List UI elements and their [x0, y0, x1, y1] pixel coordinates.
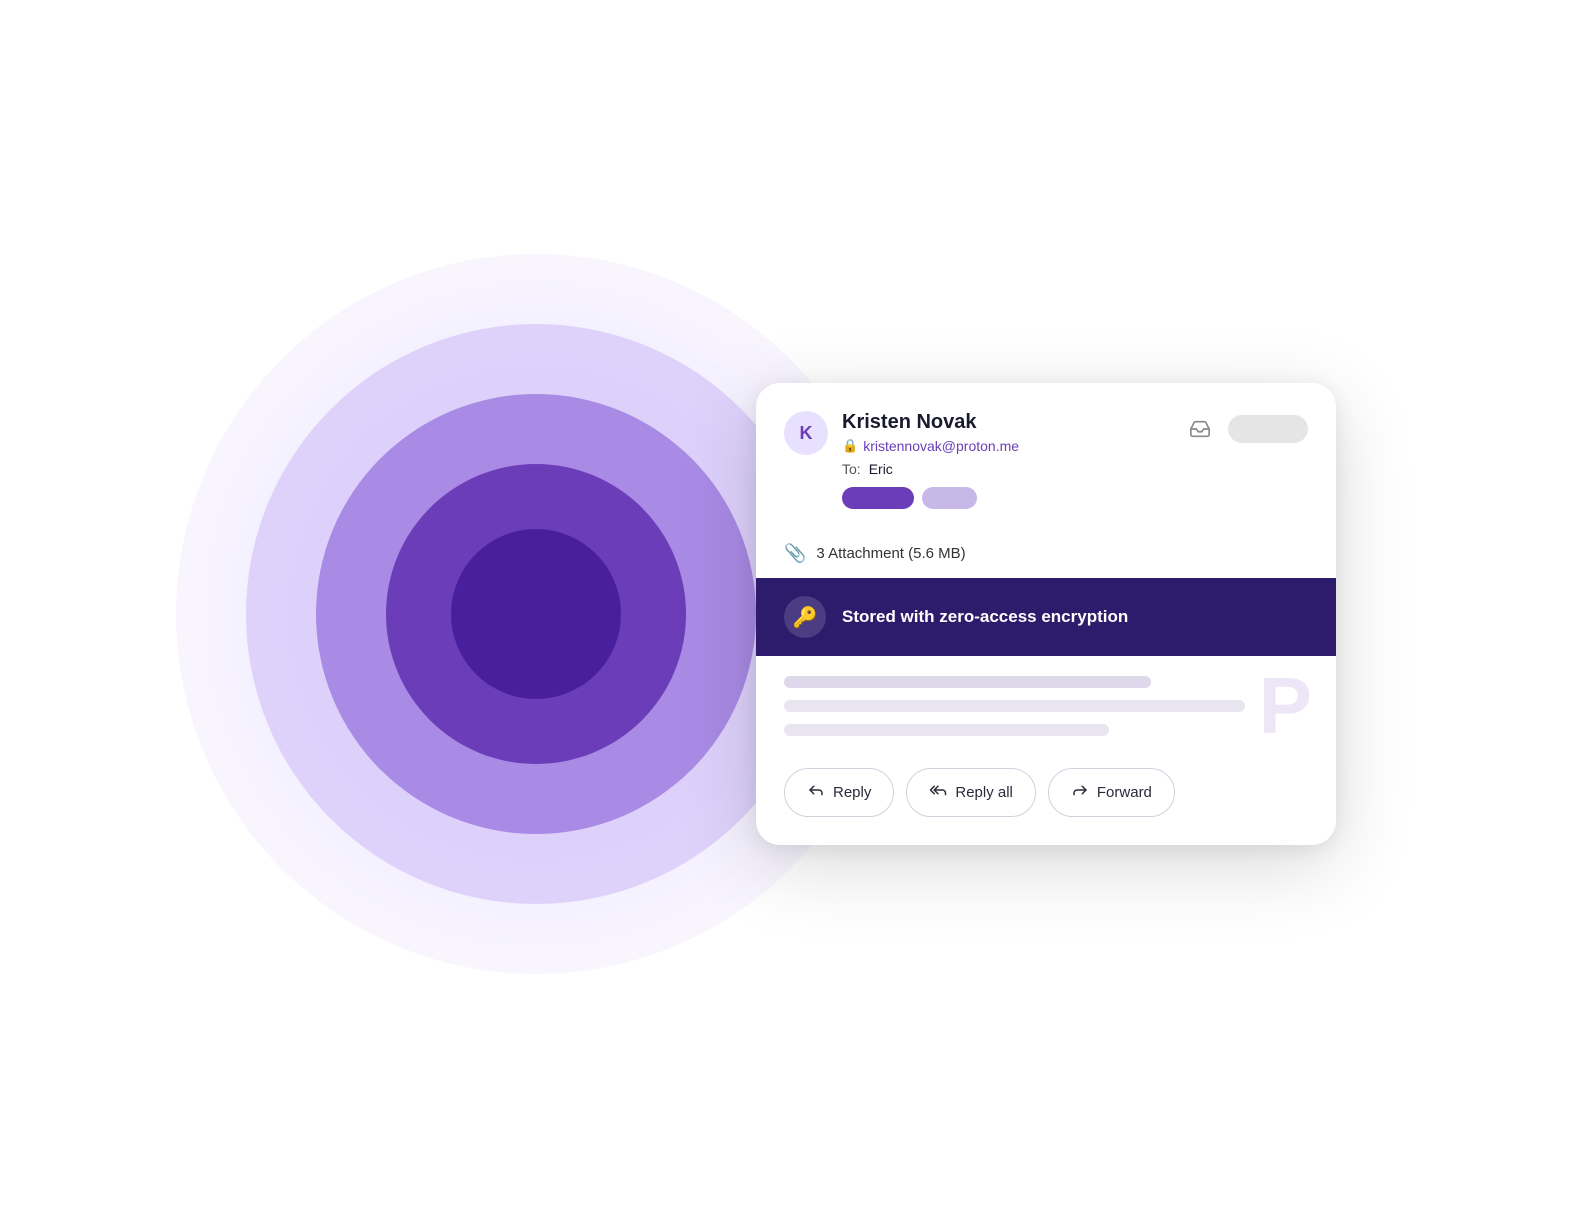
body-line-3 — [784, 724, 1109, 736]
forward-icon — [1071, 781, 1089, 804]
header-actions — [1182, 411, 1308, 447]
key-icon-wrapper: 🔑 — [784, 596, 826, 638]
action-buttons: Reply Reply all — [756, 752, 1336, 845]
circle-5 — [451, 529, 621, 699]
lock-icon: 🔒 — [842, 438, 858, 454]
message-body: P — [756, 656, 1336, 752]
sender-name: Kristen Novak — [842, 411, 1019, 434]
to-name: Eric — [869, 461, 893, 477]
body-lines — [784, 676, 1308, 736]
reply-button[interactable]: Reply — [784, 768, 894, 817]
encryption-banner: 🔑 Stored with zero-access encryption — [756, 578, 1336, 656]
to-row: To: Eric — [842, 461, 1308, 477]
forward-button[interactable]: Forward — [1048, 768, 1175, 817]
body-line-1 — [784, 676, 1151, 688]
key-icon: 🔑 — [793, 605, 818, 630]
card-header: K Kristen Novak 🔒 kristennovak@proton.me — [756, 383, 1336, 529]
forward-label: Forward — [1097, 784, 1152, 801]
attachment-row: 📎 3 Attachment (5.6 MB) — [756, 529, 1336, 578]
avatar-letter: K — [800, 423, 813, 444]
reply-all-label: Reply all — [955, 784, 1013, 801]
sender-row: K Kristen Novak 🔒 kristennovak@proton.me — [784, 411, 1308, 455]
body-line-2 — [784, 700, 1245, 712]
tag-pill-gray — [922, 487, 977, 509]
inbox-icon[interactable] — [1182, 411, 1218, 447]
tag-pill-purple — [842, 487, 914, 509]
sender-details: Kristen Novak 🔒 kristennovak@proton.me — [842, 411, 1019, 454]
attachment-text: 3 Attachment (5.6 MB) — [816, 545, 965, 562]
sender-email-address: kristennovak@proton.me — [863, 438, 1019, 454]
encryption-text: Stored with zero-access encryption — [842, 607, 1128, 627]
sender-email: 🔒 kristennovak@proton.me — [842, 438, 1019, 454]
avatar: K — [784, 411, 828, 455]
watermark: P — [1259, 666, 1308, 746]
sender-info: K Kristen Novak 🔒 kristennovak@proton.me — [784, 411, 1019, 455]
to-label: To: — [842, 461, 861, 477]
paperclip-icon: 📎 — [784, 543, 806, 564]
header-pill — [1228, 415, 1308, 443]
reply-all-icon — [929, 781, 947, 804]
reply-all-button[interactable]: Reply all — [906, 768, 1036, 817]
scene: K Kristen Novak 🔒 kristennovak@proton.me — [236, 114, 1336, 1114]
reply-label: Reply — [833, 784, 871, 801]
tag-pills — [842, 487, 1308, 509]
email-card: K Kristen Novak 🔒 kristennovak@proton.me — [756, 383, 1336, 845]
reply-icon — [807, 781, 825, 804]
